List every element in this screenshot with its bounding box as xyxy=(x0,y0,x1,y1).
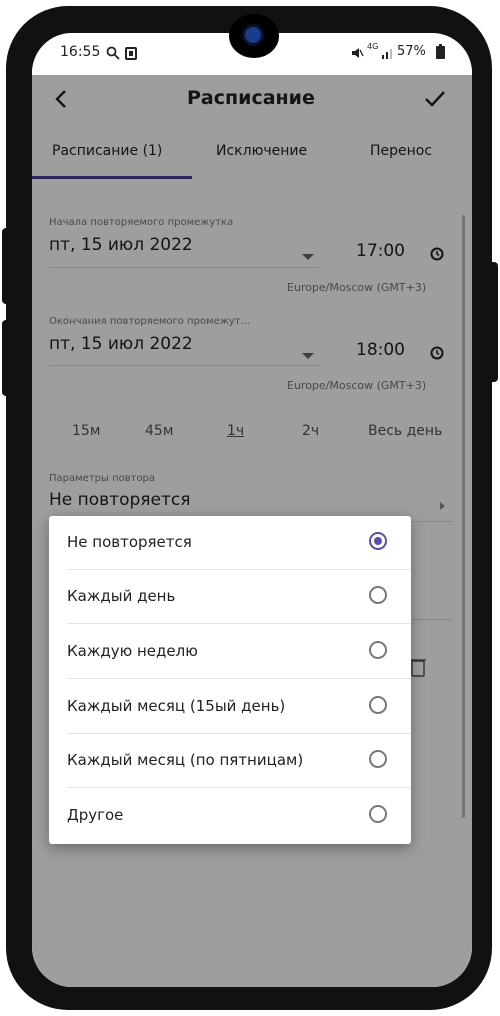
option-label: Каждый месяц (по пятницам) xyxy=(67,751,304,769)
divider xyxy=(67,787,411,788)
divider xyxy=(67,623,411,624)
option-label: Каждый день xyxy=(67,587,176,605)
radio-icon[interactable] xyxy=(369,805,387,823)
battery-icon xyxy=(436,44,445,63)
notification-icon xyxy=(125,45,137,64)
option-daily[interactable]: Каждый день xyxy=(49,570,411,624)
radio-icon[interactable] xyxy=(369,696,387,714)
screen: 16:55 4G 57% Расписание Расписание (1) И… xyxy=(32,33,472,987)
battery-level: 57% xyxy=(397,44,426,59)
status-time: 16:55 xyxy=(60,44,101,60)
search-icon xyxy=(106,45,120,64)
option-other[interactable]: Другое xyxy=(49,789,411,843)
radio-icon[interactable] xyxy=(369,586,387,604)
option-weekly[interactable]: Каждую неделю xyxy=(49,625,411,679)
front-camera xyxy=(229,14,279,58)
option-label: Каждую неделю xyxy=(67,642,198,660)
radio-selected-icon[interactable] xyxy=(369,532,387,550)
power-button xyxy=(488,262,498,382)
option-monthly-day[interactable]: Каждый месяц (15ый день) xyxy=(49,680,411,734)
mute-icon xyxy=(350,45,364,64)
volume-button xyxy=(2,320,12,396)
option-label: Каждый месяц (15ый день) xyxy=(67,697,286,715)
network-type: 4G xyxy=(367,42,379,51)
volume-button xyxy=(2,228,12,304)
option-monthly-weekday[interactable]: Каждый месяц (по пятницам) xyxy=(49,734,411,788)
option-label: Другое xyxy=(67,806,124,824)
radio-icon[interactable] xyxy=(369,750,387,768)
divider xyxy=(67,678,411,679)
option-no-repeat[interactable]: Не повторяется xyxy=(49,516,411,570)
signal-icon xyxy=(381,45,395,64)
radio-icon[interactable] xyxy=(369,641,387,659)
repeat-options-dialog: Не повторяется Каждый день Каждую неделю… xyxy=(49,516,411,844)
option-label: Не повторяется xyxy=(67,533,192,551)
